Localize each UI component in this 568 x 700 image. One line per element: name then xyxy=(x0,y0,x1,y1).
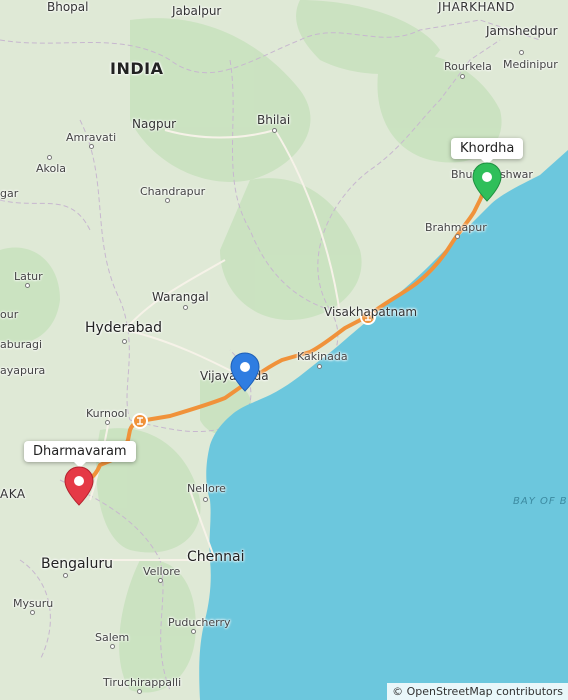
city-dot xyxy=(272,128,277,133)
origin-callout: Khordha xyxy=(451,138,524,165)
city-dot xyxy=(158,578,163,583)
origin-marker-icon[interactable] xyxy=(472,162,502,202)
toll-icon xyxy=(360,309,376,325)
city-dot xyxy=(191,629,196,634)
city-dot xyxy=(25,283,30,288)
city-dot xyxy=(63,573,68,578)
city-dot xyxy=(455,234,460,239)
city-dot xyxy=(47,155,52,160)
city-dot xyxy=(317,364,322,369)
city-dot xyxy=(89,144,94,149)
city-dot xyxy=(122,339,127,344)
city-dot xyxy=(203,497,208,502)
city-dot xyxy=(137,689,142,694)
map-canvas[interactable] xyxy=(0,0,568,700)
toll-icon xyxy=(132,413,148,429)
city-dot xyxy=(165,198,170,203)
map-attribution[interactable]: © OpenStreetMap contributors xyxy=(387,683,568,700)
waypoint-marker-icon[interactable] xyxy=(230,352,260,392)
destination-callout: Dharmavaram xyxy=(24,441,136,468)
city-dot xyxy=(105,420,110,425)
city-dot xyxy=(183,305,188,310)
city-dot xyxy=(460,74,465,79)
city-dot xyxy=(519,50,524,55)
city-dot xyxy=(110,644,115,649)
destination-marker-icon[interactable] xyxy=(64,466,94,506)
city-dot xyxy=(30,610,35,615)
